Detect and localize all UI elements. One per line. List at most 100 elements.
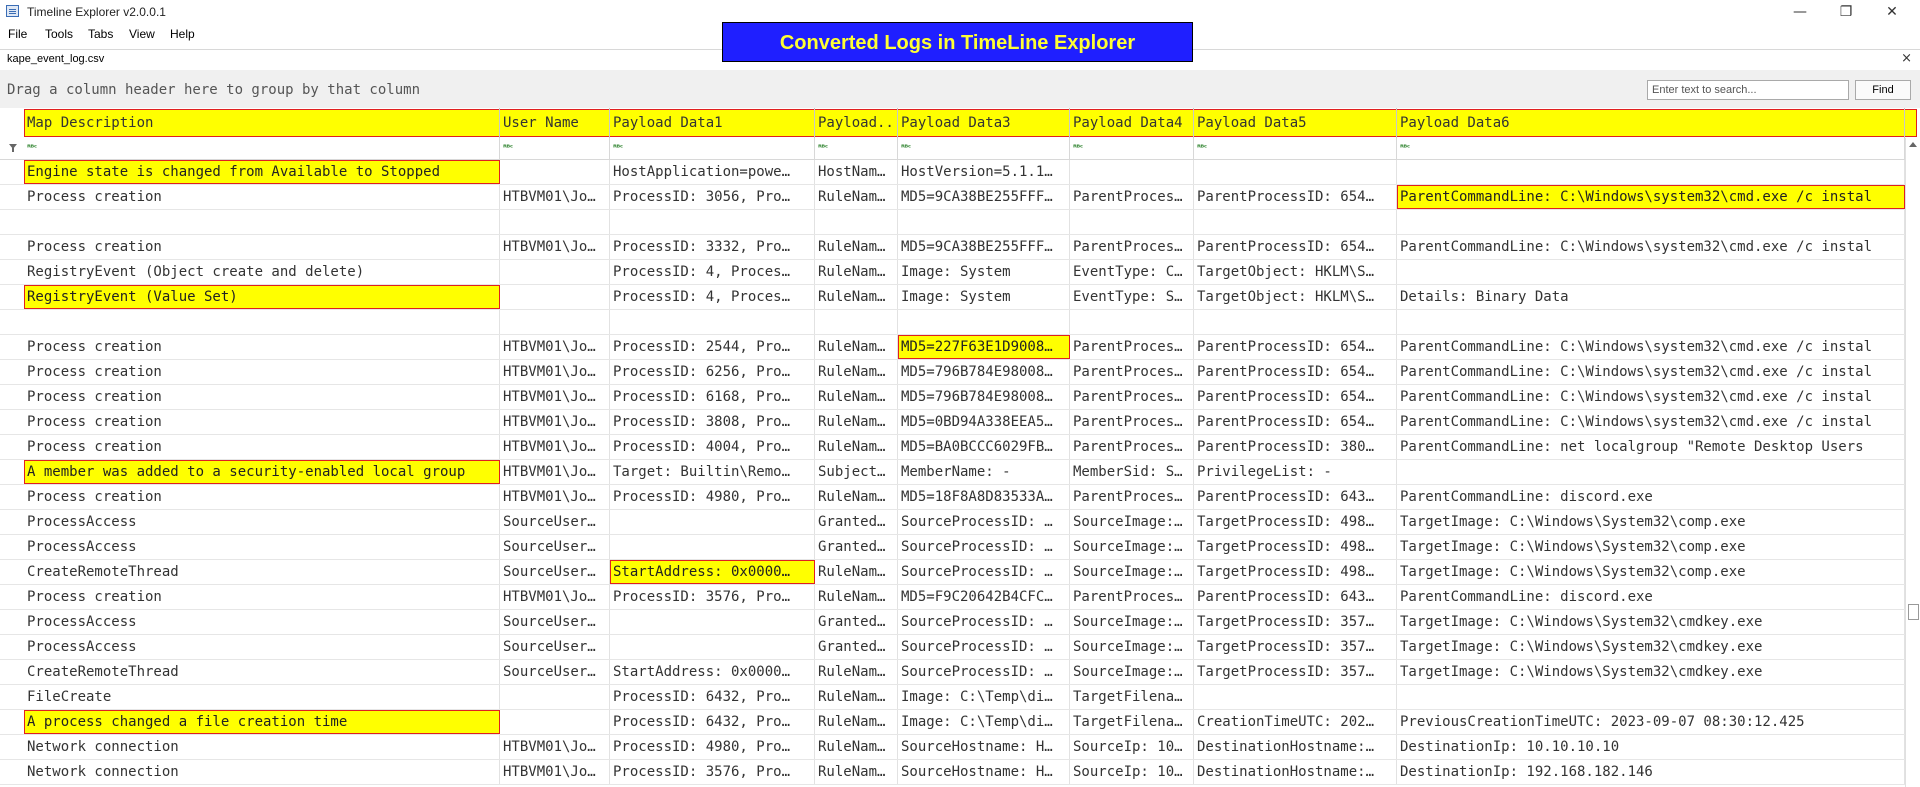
column-header[interactable]: Payload... — [815, 108, 898, 138]
table-cell[interactable]: ProcessID: 2544, Pro… — [610, 335, 815, 359]
table-row[interactable]: RegistryEvent (Value Set) ProcessID: 4, P… — [0, 285, 1905, 310]
table-cell[interactable]: TargetProcessID: 498… — [1194, 535, 1397, 559]
table-cell[interactable]: ParentProcessID: 654… — [1194, 385, 1397, 409]
table-cell[interactable]: TargetProcessID: 357… — [1194, 610, 1397, 634]
table-cell[interactable]: ParentCommandLine: C:\Windows\system32\c… — [1397, 410, 1905, 434]
column-filter-cell[interactable]: ᴿᴮᶜ — [610, 138, 815, 159]
table-cell[interactable]: MD5=BA0BCCC6029FB… — [898, 435, 1070, 459]
table-cell[interactable]: ParentProces… — [1070, 360, 1194, 384]
table-cell[interactable]: SourceUser… — [500, 560, 610, 584]
table-cell[interactable]: ParentCommandLine: discord.exe — [1397, 585, 1905, 609]
table-cell[interactable]: Process creation — [24, 435, 500, 459]
table-cell[interactable]: SourceHostname: H… — [898, 760, 1070, 784]
table-cell[interactable]: ProcessID: 4, Proces… — [610, 260, 815, 284]
table-row[interactable]: Process creation HTBVM01\Jo… ProcessID: 49… — [0, 485, 1905, 510]
menu-file[interactable]: File — [8, 27, 27, 41]
menu-help[interactable]: Help — [170, 27, 195, 41]
table-cell[interactable]: RuleNam… — [815, 560, 898, 584]
maximize-button[interactable]: ❐ — [1826, 2, 1866, 22]
table-cell[interactable]: Image: System — [898, 285, 1070, 309]
table-cell[interactable]: ProcessID: 4, Proces… — [610, 285, 815, 309]
column-header[interactable]: User Name — [500, 108, 610, 138]
tab-kape-event-log[interactable]: kape_event_log.csv — [7, 53, 104, 65]
table-cell[interactable]: TargetImage: C:\Windows\System32\cmdkey.… — [1397, 635, 1905, 659]
table-cell[interactable]: ParentProces… — [1070, 435, 1194, 459]
table-cell[interactable] — [1397, 310, 1905, 334]
table-cell[interactable]: ProcessID: 3576, Pro… — [610, 585, 815, 609]
table-cell[interactable] — [1397, 460, 1905, 484]
table-row[interactable]: Process creation HTBVM01\Jo… ProcessID: 40… — [0, 435, 1905, 460]
table-cell[interactable]: Image: System — [898, 260, 1070, 284]
table-cell[interactable]: ParentProcessID: 654… — [1194, 335, 1397, 359]
table-cell[interactable]: SourceProcessID: … — [898, 610, 1070, 634]
table-cell[interactable]: TargetImage: C:\Windows\System32\cmdkey.… — [1397, 660, 1905, 684]
filter-icon[interactable] — [9, 144, 17, 152]
table-cell[interactable]: RuleNam… — [815, 660, 898, 684]
table-cell[interactable]: CreateRemoteThread — [24, 660, 500, 684]
table-cell[interactable]: SourceImage:… — [1070, 635, 1194, 659]
table-cell[interactable]: MD5=9CA38BE255FFF… — [898, 235, 1070, 259]
table-cell[interactable] — [24, 210, 500, 234]
table-cell[interactable] — [500, 260, 610, 284]
table-cell[interactable]: ProcessID: 6168, Pro… — [610, 385, 815, 409]
table-cell[interactable]: RuleNam… — [815, 360, 898, 384]
table-cell[interactable]: MD5=18F8A8D83533A… — [898, 485, 1070, 509]
table-row[interactable]: ProcessAccess SourceUser… Granted… SourcePr… — [0, 535, 1905, 560]
column-header[interactable]: Payload Data4 — [1070, 108, 1194, 138]
table-cell[interactable]: TargetImage: C:\Windows\System32\comp.ex… — [1397, 535, 1905, 559]
table-cell[interactable]: ParentCommandLine: net localgroup "Remot… — [1397, 435, 1905, 459]
table-cell[interactable] — [500, 685, 610, 709]
table-cell[interactable]: CreationTimeUTC: 202… — [1194, 710, 1397, 734]
table-cell[interactable]: Process creation — [24, 235, 500, 259]
table-cell[interactable]: ParentCommandLine: C:\Windows\system32\c… — [1397, 360, 1905, 384]
table-cell[interactable]: ParentProces… — [1070, 385, 1194, 409]
table-cell[interactable]: ProcessID: 3056, Pro… — [610, 185, 815, 209]
table-cell[interactable]: RuleNam… — [815, 710, 898, 734]
table-cell[interactable]: PrivilegeList: - — [1194, 460, 1397, 484]
table-row[interactable] — [0, 210, 1905, 235]
table-cell[interactable] — [500, 285, 610, 309]
table-cell[interactable] — [1070, 310, 1194, 334]
table-cell[interactable]: Process creation — [24, 335, 500, 359]
table-cell[interactable]: ProcessID: 4004, Pro… — [610, 435, 815, 459]
column-filter-cell[interactable]: ᴿᴮᶜ — [898, 138, 1070, 159]
menu-tools[interactable]: Tools — [45, 27, 73, 41]
table-cell[interactable]: TargetImage: C:\Windows\System32\comp.ex… — [1397, 560, 1905, 584]
table-row[interactable]: Process creation HTBVM01\Jo… ProcessID: 25… — [0, 335, 1905, 360]
table-cell[interactable]: HTBVM01\Jo… — [500, 335, 610, 359]
table-cell[interactable]: Target: Builtin\Remo… — [610, 460, 815, 484]
table-cell[interactable]: ProcessID: 4980, Pro… — [610, 485, 815, 509]
table-cell[interactable]: HostNam… — [815, 160, 898, 184]
table-cell[interactable]: HTBVM01\Jo… — [500, 435, 610, 459]
table-cell[interactable]: RuleNam… — [815, 760, 898, 784]
table-cell[interactable]: HTBVM01\Jo… — [500, 460, 610, 484]
table-row[interactable]: A member was added to a security-enabled… — [0, 460, 1905, 485]
table-cell[interactable] — [610, 510, 815, 534]
table-cell[interactable]: SourceProcessID: … — [898, 560, 1070, 584]
table-cell[interactable]: ProcessID: 3808, Pro… — [610, 410, 815, 434]
table-cell[interactable]: ProcessAccess — [24, 510, 500, 534]
table-cell[interactable]: MD5=9CA38BE255FFF… — [898, 185, 1070, 209]
table-cell[interactable]: CreateRemoteThread — [24, 560, 500, 584]
table-cell[interactable]: Granted… — [815, 635, 898, 659]
table-row[interactable]: Process creation HTBVM01\Jo… ProcessID: 61… — [0, 385, 1905, 410]
menu-view[interactable]: View — [129, 27, 155, 41]
table-cell[interactable]: Process creation — [24, 185, 500, 209]
column-filter-cell[interactable]: ᴿᴮᶜ — [500, 138, 610, 159]
table-cell[interactable] — [1397, 260, 1905, 284]
table-cell[interactable]: RuleNam… — [815, 285, 898, 309]
table-cell[interactable]: TargetProcessID: 498… — [1194, 560, 1397, 584]
table-cell[interactable]: ParentProcessID: 643… — [1194, 485, 1397, 509]
table-cell[interactable]: HTBVM01\Jo… — [500, 735, 610, 759]
menu-tabs[interactable]: Tabs — [88, 27, 113, 41]
table-cell[interactable]: SourceHostname: H… — [898, 735, 1070, 759]
table-cell[interactable]: RegistryEvent (Value Set) — [24, 285, 500, 309]
table-cell[interactable]: ParentProcessID: 654… — [1194, 360, 1397, 384]
table-cell[interactable] — [898, 210, 1070, 234]
table-row[interactable]: CreateRemoteThread SourceUser… StartAddres… — [0, 560, 1905, 585]
table-cell[interactable]: TargetProcessID: 357… — [1194, 660, 1397, 684]
table-cell[interactable]: ParentProcessID: 380… — [1194, 435, 1397, 459]
table-cell[interactable]: ProcessID: 6432, Pro… — [610, 685, 815, 709]
table-cell[interactable]: MemberSid: S… — [1070, 460, 1194, 484]
table-cell[interactable]: ParentCommandLine: C:\Windows\system32\c… — [1397, 185, 1905, 209]
